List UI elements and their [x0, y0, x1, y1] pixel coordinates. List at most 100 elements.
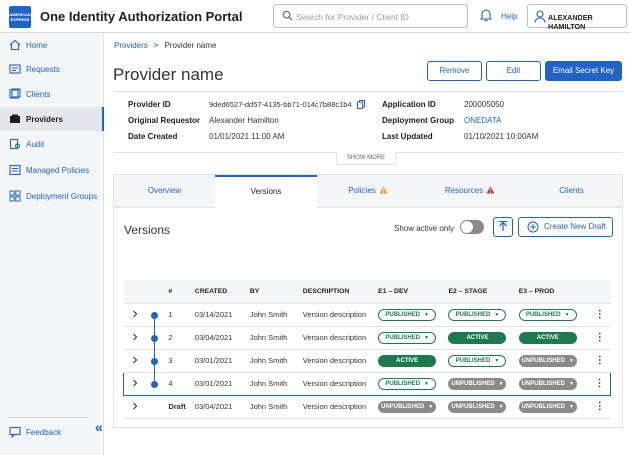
bell-icon[interactable]: [480, 8, 492, 22]
column-header-timeline: [145, 280, 169, 304]
table-row[interactable]: 3 03/01/2021 John Smith Version description…: [123, 349, 611, 382]
date-created-label: Date Created: [128, 132, 178, 141]
more-actions-icon[interactable]: ⋮: [589, 349, 611, 373]
tab-label: Policies: [348, 186, 376, 195]
chevron-right-icon[interactable]: [131, 402, 139, 410]
created-by: John Smith: [249, 303, 303, 327]
chevron-right-icon[interactable]: [131, 356, 139, 364]
remove-button[interactable]: Remove: [427, 61, 482, 81]
user-menu-button[interactable]: ALEXANDER HAMILTON: [527, 4, 627, 31]
tab-label: Overview: [147, 186, 182, 195]
status-badge[interactable]: PUBLISHED ▼: [378, 331, 437, 344]
application-id-label: Application ID: [382, 100, 436, 109]
sidebar: Home Requests Clients Providers Audit Ma…: [0, 33, 104, 455]
chevron-down-icon: ▼: [494, 311, 500, 318]
breadcrumb: Providers > Provider name: [114, 41, 217, 50]
requestor-value: Alexander Hamilton: [209, 116, 279, 125]
status-label: ACTIVE: [536, 334, 559, 341]
breadcrumb-providers-link[interactable]: Providers: [114, 41, 148, 50]
amex-logo[interactable]: AMERICAN EXPRESS: [9, 6, 31, 28]
sidebar-item-audit[interactable]: Audit: [0, 132, 104, 156]
tab-overview[interactable]: Overview: [114, 175, 215, 208]
status-label: PUBLISHED: [455, 311, 491, 318]
table-row[interactable]: 2 03/04/2021 John Smith Version description…: [123, 326, 611, 359]
table-header-row: # CREATED BY DESCRIPTION E1 – DEV E2 – S…: [123, 280, 611, 304]
timeline-dot: [150, 380, 158, 388]
table-row[interactable]: Draft 03/04/2021 John Smith Version descrip…: [123, 395, 611, 419]
column-header-description: DESCRIPTION: [302, 280, 379, 304]
created-date: 03/04/2021: [194, 326, 250, 350]
show-active-toggle[interactable]: [460, 220, 484, 234]
breadcrumb-current: Provider name: [164, 41, 217, 50]
more-actions-icon[interactable]: ⋮: [589, 371, 612, 396]
tab-clients[interactable]: Clients: [521, 175, 622, 208]
status-badge[interactable]: UNPUBLISHED ▼: [448, 400, 507, 413]
audit-icon: [9, 138, 20, 150]
column-header-e1-dev: E1 – DEV: [378, 280, 449, 304]
status-badge[interactable]: PUBLISHED ▼: [378, 308, 437, 321]
status-badge[interactable]: PUBLISHED ▼: [448, 308, 507, 321]
deployment-group-link[interactable]: ONEDATA: [464, 116, 501, 125]
status-badge[interactable]: ACTIVE: [378, 354, 437, 367]
column-header-e3-prod: E3 – PROD: [518, 280, 590, 304]
sidebar-item-label: Requests: [26, 65, 60, 74]
status-badge[interactable]: UNPUBLISHED ▼: [448, 377, 507, 390]
sidebar-item-feedback[interactable]: Feedback: [0, 420, 104, 444]
sidebar-item-clients[interactable]: Clients: [0, 82, 104, 106]
status-badge[interactable]: PUBLISHED ▼: [518, 308, 577, 321]
chevron-down-icon: ▼: [424, 311, 429, 318]
version-description: Version description: [302, 371, 379, 396]
provider-id-value: 9ded6527-dd57-4135-bb71-014c7b88c1b4: [209, 100, 352, 109]
last-updated-label: Last Updated: [382, 132, 433, 141]
search-input[interactable]: Search for Provider / Client ID: [273, 4, 468, 28]
table-row[interactable]: 4 03/01/2021 John Smith Version description…: [122, 371, 612, 396]
table-row[interactable]: 1 03/14/2021 John Smith Version description…: [123, 303, 611, 336]
chevron-right-icon[interactable]: [131, 333, 139, 341]
sidebar-divider: [8, 417, 88, 418]
page-title: Provider name: [113, 65, 224, 84]
status-label: PUBLISHED: [525, 311, 561, 318]
upload-icon: [499, 220, 507, 231]
tab-policies[interactable]: Policies: [317, 175, 419, 208]
sidebar-item-managed-policies[interactable]: Managed Policies: [0, 158, 104, 182]
edit-button[interactable]: Edit: [486, 61, 541, 81]
deployment-group-label: Deployment Group: [382, 116, 455, 125]
status-label: UNPUBLISHED: [521, 403, 565, 410]
help-link[interactable]: Help: [501, 12, 517, 21]
version-number: 2: [168, 326, 195, 350]
sidebar-item-label: Providers: [26, 115, 63, 124]
status-badge[interactable]: ACTIVE: [448, 331, 507, 344]
status-badge[interactable]: UNPUBLISHED ▼: [378, 400, 437, 413]
more-actions-icon[interactable]: ⋮: [589, 326, 611, 350]
create-new-draft-button[interactable]: Create New Draft: [518, 217, 613, 237]
more-actions-icon[interactable]: ⋮: [589, 303, 611, 327]
chevron-right-icon[interactable]: [131, 310, 139, 318]
copy-icon[interactable]: [357, 100, 365, 109]
status-badge[interactable]: UNPUBLISHED ▼: [518, 354, 577, 367]
created-date: 03/01/2021: [194, 371, 250, 396]
status-badge[interactable]: PUBLISHED ▼: [378, 377, 437, 390]
status-badge[interactable]: UNPUBLISHED ▼: [518, 377, 577, 390]
sidebar-item-requests[interactable]: Requests: [0, 57, 104, 81]
status-badge[interactable]: UNPUBLISHED ▼: [518, 400, 577, 413]
user-name: ALEXANDER HAMILTON: [548, 13, 593, 31]
sidebar-item-providers[interactable]: Providers: [0, 107, 104, 131]
chevron-right-icon[interactable]: [131, 379, 139, 387]
status-label: PUBLISHED: [455, 357, 491, 364]
email-secret-key-button[interactable]: Email Secret Key: [545, 61, 622, 81]
column-header-actions: [589, 280, 611, 304]
upload-button[interactable]: [493, 217, 513, 237]
sidebar-item-home[interactable]: Home: [0, 33, 104, 57]
created-date: 03/14/2021: [194, 303, 250, 327]
status-badge[interactable]: PUBLISHED ▼: [448, 354, 507, 367]
search-icon: [282, 10, 293, 21]
tab-resources[interactable]: Resources: [419, 175, 521, 208]
version-number: Draft: [168, 395, 195, 419]
sidebar-item-deployment-groups[interactable]: Deployment Groups: [0, 184, 104, 208]
show-more-button[interactable]: SHOW MORE: [336, 152, 396, 165]
status-badge[interactable]: ACTIVE: [518, 331, 577, 344]
more-actions-icon[interactable]: ⋮: [589, 395, 611, 419]
tab-versions[interactable]: Versions: [215, 175, 317, 208]
created-by: John Smith: [249, 326, 303, 350]
column-header-expand: [123, 280, 146, 304]
